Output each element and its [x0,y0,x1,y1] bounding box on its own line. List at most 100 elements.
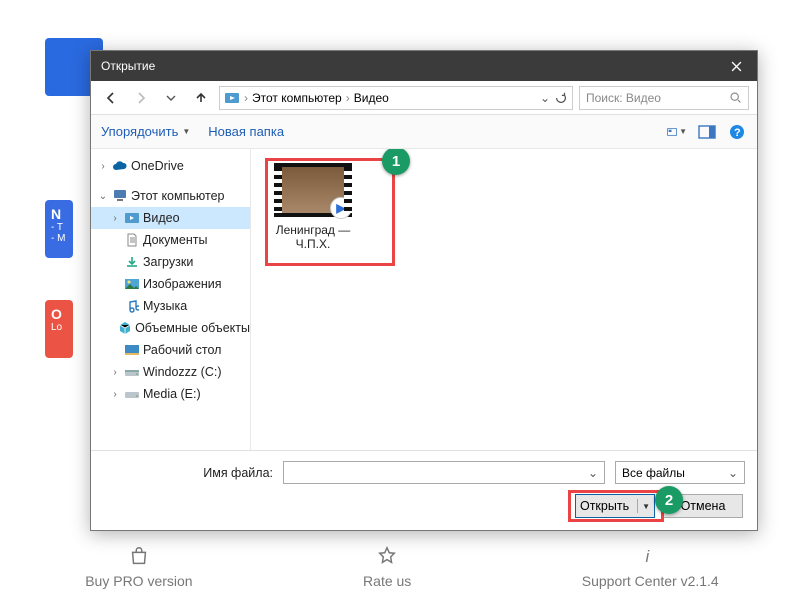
nav-recent-dropdown[interactable] [159,86,183,110]
annotation-badge-2: 2 [655,486,683,514]
tree-downloads[interactable]: Загрузки [91,251,250,273]
breadcrumb-sep: › [346,91,350,105]
tree-label: Рабочий стол [143,343,221,357]
tree-pictures[interactable]: Изображения [91,273,250,295]
bg-blue-chip: N - T - M [45,200,73,258]
breadcrumb-sep: › [244,91,248,105]
tree-onedrive[interactable]: ›OneDrive [91,155,250,177]
refresh-icon [554,91,568,105]
tree-label: Объемные объекты [135,321,250,335]
toolbar-organize[interactable]: Упорядочить▼ [101,124,190,139]
nav-up-button[interactable] [189,86,213,110]
shopping-bag-icon [126,543,152,569]
toolbar-newfolder-label: Новая папка [208,124,284,139]
bg-red-chip-line: Lo [51,322,67,333]
breadcrumb-this-pc[interactable]: Этот компьютер [252,91,342,105]
tree-label: Видео [143,211,180,225]
tree-videos[interactable]: › Видео [91,207,250,229]
tree-this-pc[interactable]: ⌄ Этот компьютер [91,185,250,207]
app-footer: Buy PRO version Rate us i Support Center… [0,528,804,604]
video-thumbnail: ▶ [274,163,352,217]
file-type-filter[interactable]: Все файлы ⌄ [615,461,745,484]
toolbar: Упорядочить▼ Новая папка ▼ ? [91,115,757,149]
tree-label: Документы [143,233,207,247]
download-icon [124,254,140,270]
video-library-icon [224,90,240,106]
svg-text:i: i [646,548,651,566]
close-icon [731,61,742,72]
tree-drive-e[interactable]: ›Media (E:) [91,383,250,405]
bg-red-chip: O Lo [45,300,73,358]
tree-drive-c[interactable]: › Windozzz (C:) [91,361,250,383]
search-input[interactable]: Поиск: Видео [579,86,749,110]
expand-icon[interactable]: › [109,389,121,400]
tree-music[interactable]: Музыка [91,295,250,317]
breadcrumb-videos[interactable]: Видео [354,91,389,105]
dialog-close-button[interactable] [715,51,757,81]
tree-documents[interactable]: Документы [91,229,250,251]
address-dropdown[interactable]: ⌄ [540,91,550,105]
expand-icon[interactable]: › [109,367,121,378]
info-icon: i [637,543,663,569]
search-icon [729,91,742,104]
picture-icon [124,276,140,292]
tree-label: Windozzz (C:) [143,365,221,379]
footer-support[interactable]: i Support Center v2.1.4 [582,543,719,589]
dialog-bottom-bar: Имя файла: ⌄ Все файлы⌄ 2 Открыть▼ Отмен… [91,450,757,530]
chevron-down-icon: ⌄ [728,466,738,480]
tree-label: Загрузки [143,255,193,269]
annotation-badge-1: 1 [382,149,410,175]
footer-buy-label: Buy PRO version [85,573,192,589]
document-icon [124,232,140,248]
preview-pane-button[interactable] [697,122,717,142]
nav-row: › Этот компьютер › Видео ⌄ Поиск: Видео [91,81,757,115]
thumbnails-icon [667,125,677,139]
nav-back-button[interactable] [99,86,123,110]
video-icon [124,210,140,226]
music-icon [124,298,140,314]
panel-icon [698,125,716,139]
collapse-icon[interactable]: ⌄ [97,191,109,202]
cancel-button-label: Отмена [681,499,726,513]
filename-input[interactable]: ⌄ [283,461,605,484]
footer-rate-us[interactable]: Rate us [363,543,411,589]
tree-desktop[interactable]: Рабочий стол [91,339,250,361]
help-icon: ? [729,124,745,140]
tree-3d-objects[interactable]: Объемные объекты [91,317,250,339]
tree-label: Этот компьютер [131,189,224,203]
desktop-icon [124,342,140,358]
filter-label: Все файлы [622,466,685,480]
annotation-highlight-2 [568,490,664,522]
toolbar-new-folder[interactable]: Новая папка [208,124,284,139]
arrow-left-icon [103,90,119,106]
footer-buy-pro[interactable]: Buy PRO version [85,543,192,589]
nav-forward-button[interactable] [129,86,153,110]
dialog-title: Открытие [101,59,155,73]
bg-red-chip-title: O [51,306,67,322]
address-bar[interactable]: › Этот компьютер › Видео ⌄ [219,86,573,110]
help-button[interactable]: ? [727,122,747,142]
star-icon [374,543,400,569]
footer-support-label: Support Center v2.1.4 [582,573,719,589]
breadcrumb-label: Видео [354,91,389,105]
expand-icon[interactable]: › [97,161,109,172]
chevron-down-icon [166,93,176,103]
arrow-right-icon [133,90,149,106]
play-overlay-icon: ▶ [330,197,352,219]
chevron-down-icon: ⌄ [588,466,598,480]
breadcrumb-label: Этот компьютер [252,91,342,105]
bg-blue-chip-line2: - M [51,233,67,244]
expand-icon[interactable]: › [109,213,121,224]
file-pane[interactable]: 1 ▶ Ленинград — Ч.П.Х. [251,149,757,450]
open-file-dialog: Открытие › Этот компьютер › Видео ⌄ Поис… [90,50,758,531]
bg-blue-chip-line1: - T [51,222,67,233]
view-mode-button[interactable]: ▼ [667,122,687,142]
address-refresh[interactable] [554,91,568,105]
bg-blue-chip-title: N [51,206,67,222]
cube-icon [118,320,132,336]
tree-label: Изображения [143,277,222,291]
drive-icon [124,364,140,380]
footer-rate-label: Rate us [363,573,411,589]
computer-icon [112,188,128,204]
search-placeholder: Поиск: Видео [586,91,723,105]
